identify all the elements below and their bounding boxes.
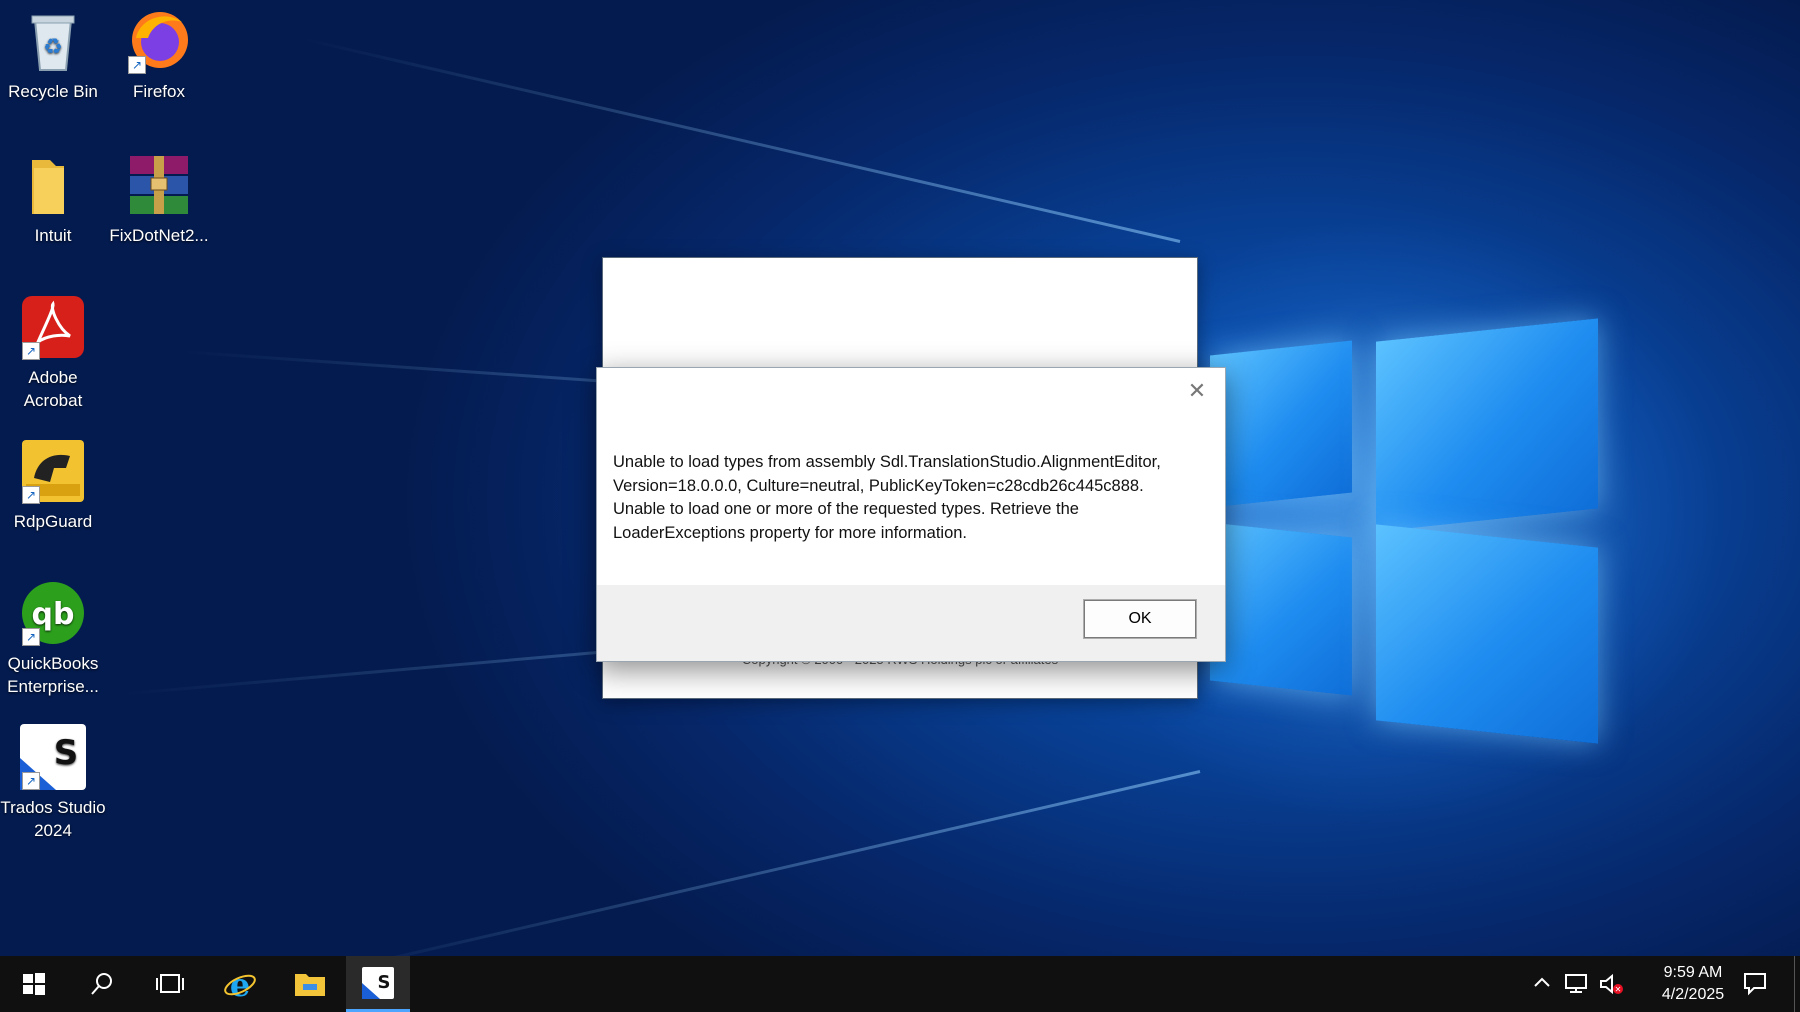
- desktop-icon-label: RdpGuard: [13, 512, 93, 531]
- desktop-icon-label: Trados Studio 2024: [0, 798, 106, 840]
- quickbooks-icon: qb ↗: [20, 580, 86, 646]
- search-icon: [91, 973, 112, 995]
- shortcut-arrow-icon: ↗: [128, 56, 146, 74]
- svg-text:qb: qb: [32, 597, 75, 632]
- shortcut-arrow-icon: ↗: [22, 486, 40, 504]
- shortcut-arrow-icon: ↗: [22, 772, 40, 790]
- shortcut-arrow-icon: ↗: [22, 628, 40, 646]
- file-explorer-button[interactable]: [276, 956, 344, 1012]
- task-view-button[interactable]: [136, 956, 204, 1012]
- internet-explorer-button[interactable]: e: [206, 956, 274, 1012]
- desktop-icon-adobe-acrobat[interactable]: ↗ Adobe Acrobat: [0, 294, 106, 412]
- desktop-icon-label: Recycle Bin: [8, 82, 98, 101]
- desktop-icon-intuit[interactable]: Intuit: [0, 152, 106, 247]
- volume-muted-icon[interactable]: ✕: [1598, 972, 1623, 996]
- firefox-icon: ↗: [126, 8, 192, 74]
- desktop-icon-label: Intuit: [34, 226, 72, 245]
- error-message-line: Version=18.0.0.0, Culture=neutral, Publi…: [613, 476, 1144, 495]
- clock-date: 4/2/2025: [1661, 986, 1725, 1003]
- svg-text:✕: ✕: [1615, 985, 1622, 994]
- error-message: Unable to load types from assembly Sdl.T…: [613, 451, 1193, 545]
- close-icon[interactable]: ✕: [1179, 376, 1215, 406]
- logo-pane: [1376, 318, 1598, 532]
- desktop-icon-label: FixDotNet2...: [109, 226, 209, 245]
- adobe-acrobat-icon: ↗: [20, 294, 86, 360]
- recycle-bin-icon: ♻: [20, 8, 86, 74]
- action-center-icon[interactable]: [1740, 970, 1770, 996]
- search-button[interactable]: [68, 956, 136, 1012]
- dialog-footer: OK: [597, 585, 1225, 661]
- desktop-icon-label: QuickBooks Enterprise...: [7, 654, 99, 696]
- desktop-icon-firefox[interactable]: ↗ Firefox: [106, 8, 212, 103]
- taskbar: e S ✕ 9:59 AM 4/2/2025: [0, 956, 1800, 1012]
- logo-pane: [1210, 522, 1352, 696]
- svg-text:S: S: [54, 733, 79, 773]
- logo-pane: [1376, 524, 1598, 744]
- show-desktop-button[interactable]: [1794, 956, 1800, 1012]
- trados-studio-icon: S ↗: [20, 724, 86, 790]
- folder-icon: [20, 152, 86, 218]
- desktop-icon-trados-studio[interactable]: S ↗ Trados Studio 2024: [0, 724, 106, 842]
- light-ray: [302, 37, 1181, 243]
- show-hidden-icons-chevron-icon[interactable]: [1530, 972, 1554, 996]
- desktop-icon-label: Firefox: [133, 82, 185, 101]
- internet-explorer-icon: e: [224, 967, 256, 1001]
- light-ray: [322, 770, 1201, 976]
- desktop: ♻ Recycle Bin ↗ Firefox Intuit FixDotNet…: [0, 0, 1800, 1012]
- svg-text:e: e: [230, 967, 250, 1001]
- error-message-line: Unable to load one or more of the reques…: [613, 500, 1079, 518]
- error-message-line: LoaderExceptions property for more infor…: [613, 523, 968, 542]
- desktop-icon-recycle-bin[interactable]: ♻ Recycle Bin: [0, 8, 106, 103]
- desktop-icon-quickbooks[interactable]: qb ↗ QuickBooks Enterprise...: [0, 580, 106, 698]
- network-icon[interactable]: [1564, 972, 1588, 996]
- error-dialog: ✕ Unable to load types from assembly Sdl…: [596, 367, 1226, 662]
- rdpguard-icon: ↗: [20, 438, 86, 504]
- trados-taskbar-button[interactable]: S: [346, 956, 410, 1012]
- clock[interactable]: 9:59 AM 4/2/2025: [1648, 962, 1738, 1006]
- winrar-icon: [126, 152, 192, 218]
- svg-text:S: S: [378, 972, 391, 993]
- shortcut-arrow-icon: ↗: [22, 342, 40, 360]
- svg-text:♻: ♻: [43, 35, 63, 60]
- ok-button[interactable]: OK: [1083, 599, 1197, 639]
- desktop-icon-fixdotnet[interactable]: FixDotNet2...: [106, 152, 212, 247]
- start-icon: [23, 973, 45, 995]
- desktop-icon-rdpguard[interactable]: ↗ RdpGuard: [0, 438, 106, 533]
- start-button[interactable]: [0, 956, 68, 1012]
- error-message-line: Unable to load types from assembly Sdl.T…: [613, 453, 1161, 471]
- windows-logo: [1180, 318, 1600, 744]
- task-view-icon: [156, 974, 184, 993]
- trados-studio-icon: S: [362, 966, 394, 999]
- desktop-icon-label: Adobe Acrobat: [23, 368, 83, 410]
- logo-pane: [1210, 340, 1352, 508]
- file-explorer-icon: [295, 974, 325, 996]
- clock-time: 9:59 AM: [1663, 964, 1723, 981]
